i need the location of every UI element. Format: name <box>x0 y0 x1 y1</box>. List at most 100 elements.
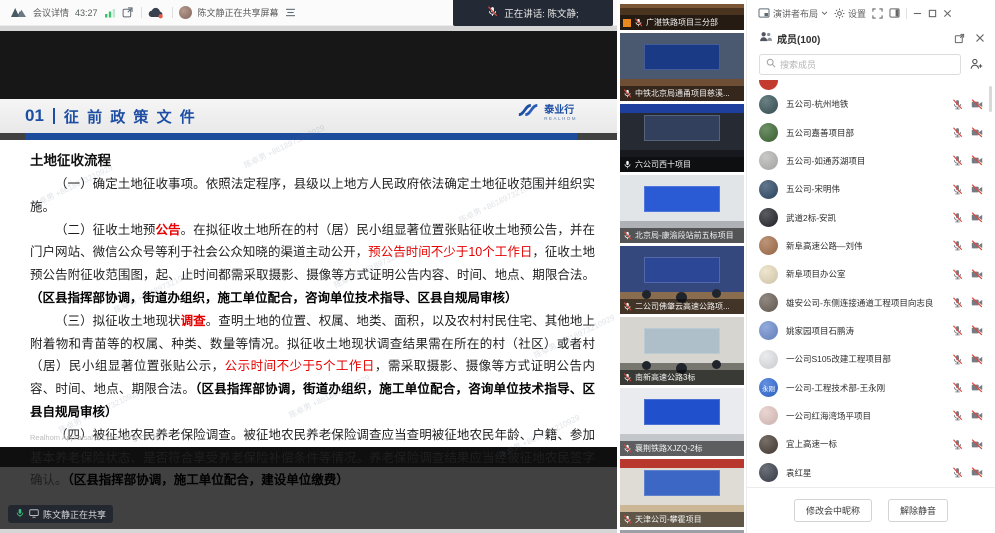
add-member-button[interactable] <box>970 58 983 70</box>
camera-off-icon[interactable] <box>971 127 983 138</box>
thumbnail-label: 襄荆铁路XJZQ-2标 <box>620 441 744 456</box>
members-panel: 演讲者布局 设置 成员(100) 搜索成员 <box>746 0 995 533</box>
sharing-status-text: 陈文静正在共享屏幕 <box>198 6 279 19</box>
unmute-button[interactable]: 解除静音 <box>888 499 948 522</box>
member-row[interactable]: 新阜高速公路—刘伟 <box>747 232 995 260</box>
video-thumbnail[interactable]: 广湛铁路项目三分部 <box>620 4 744 30</box>
slide-paragraph: （二）征收土地预公告。在拟征收土地所在的村（居）民小组显著位置张贴征收土地预公告… <box>30 219 595 310</box>
divider <box>172 7 173 18</box>
member-row[interactable]: 新阜项目办公室 <box>747 260 995 288</box>
settings-button[interactable]: 设置 <box>834 7 866 20</box>
rename-button[interactable]: 修改会中昵称 <box>794 499 872 522</box>
cloud-recording-icon[interactable] <box>148 7 164 19</box>
video-thumbnail[interactable]: 南新高速公路3标 <box>620 317 744 385</box>
thumbnail-label: 二公司佛肇云高速公路项... <box>620 299 744 314</box>
search-input[interactable]: 搜索成员 <box>759 54 961 75</box>
slide-top-band <box>0 31 617 99</box>
member-row[interactable]: 姚家园项目石鹏涛 <box>747 317 995 345</box>
thumbnail-name: 北京局-康渝段站前五标项目 <box>635 230 734 241</box>
company-logo: 泰业行REALHOM <box>517 102 577 123</box>
member-row[interactable]: 袁红星 <box>747 458 995 486</box>
muted-mic-icon <box>487 6 498 20</box>
gear-icon <box>834 8 845 19</box>
sharing-badge: 陈文静正在共享 <box>8 505 113 523</box>
now-speaking-banner: 正在讲话: 陈文静; <box>453 0 613 26</box>
member-avatar <box>759 265 778 284</box>
window-controls-bar: 演讲者布局 设置 <box>747 0 995 26</box>
minimize-button[interactable] <box>913 9 922 18</box>
member-row[interactable]: 五公司-杭州地铁 <box>747 90 995 118</box>
screen-share-icon <box>29 509 39 520</box>
thumbnail-label: 南新高速公路3标 <box>620 370 744 385</box>
mic-off-icon[interactable] <box>952 212 963 223</box>
members-panel-header: 成员(100) <box>759 28 985 48</box>
camera-off-icon[interactable] <box>971 297 983 308</box>
camera-off-icon[interactable] <box>971 212 983 223</box>
mic-off-icon[interactable] <box>952 467 963 478</box>
member-row[interactable]: 五公司-宋明伟 <box>747 175 995 203</box>
camera-off-icon[interactable] <box>971 467 983 478</box>
slide-footer-text: Realhom Appraisal & Consulting Co.,ltd. <box>30 434 163 442</box>
member-name: 一公司S105改建工程项目部 <box>786 353 944 365</box>
search-icon <box>766 55 776 73</box>
video-thumbnail[interactable]: 六公司西十项目 <box>620 104 744 172</box>
layout-switcher-button[interactable]: 演讲者布局 <box>758 7 828 20</box>
logo-name: 泰业行 <box>544 105 577 116</box>
member-avatar <box>759 180 778 199</box>
camera-off-icon[interactable] <box>971 354 983 365</box>
close-window-button[interactable] <box>943 9 952 18</box>
camera-off-icon[interactable] <box>971 269 983 280</box>
member-name: 武道2标-安凯 <box>786 212 944 224</box>
scrollbar[interactable] <box>989 86 992 112</box>
member-row[interactable]: 一公司红海湾场平项目 <box>747 402 995 430</box>
mic-off-icon[interactable] <box>952 240 963 251</box>
maximize-button[interactable] <box>928 9 937 18</box>
mic-off-icon[interactable] <box>952 99 963 110</box>
thumbnail-name: 天津公司-攀霍项目 <box>635 514 702 525</box>
close-panel-icon[interactable] <box>975 33 985 43</box>
video-thumbnail[interactable]: 二公司佛肇云高速公路项... <box>620 246 744 314</box>
list-icon[interactable] <box>285 8 296 17</box>
member-name: 一公司-工程技术部-王永刚 <box>786 382 944 394</box>
camera-off-icon[interactable] <box>971 155 983 166</box>
mic-off-icon[interactable] <box>952 382 963 393</box>
video-thumbnail[interactable]: 北京局-康渝段站前五标项目 <box>620 175 744 243</box>
member-row[interactable]: 武道2标-安凯 <box>747 203 995 231</box>
video-thumbnail[interactable]: 襄荆铁路XJZQ-2标 <box>620 388 744 456</box>
thumbnail-name: 二公司佛肇云高速公路项... <box>635 301 730 312</box>
muted-mic-icon <box>623 373 632 382</box>
member-row[interactable]: 雄安公司-东侧连接通道工程项目向志良 <box>747 288 995 316</box>
meeting-details-button[interactable]: 会议详情 <box>33 6 69 19</box>
camera-off-icon[interactable] <box>971 439 983 450</box>
camera-off-icon[interactable] <box>971 184 983 195</box>
fullscreen-icon[interactable] <box>872 8 883 19</box>
camera-off-icon[interactable] <box>971 382 983 393</box>
side-panel-icon[interactable] <box>889 8 900 18</box>
mic-off-icon[interactable] <box>952 325 963 336</box>
mic-off-icon[interactable] <box>952 155 963 166</box>
mic-off-icon[interactable] <box>952 439 963 450</box>
mic-off-icon[interactable] <box>952 184 963 195</box>
member-row[interactable]: 永刚一公司-工程技术部-王永刚 <box>747 373 995 401</box>
camera-off-icon[interactable] <box>971 325 983 336</box>
member-avatar <box>759 350 778 369</box>
mic-off-icon[interactable] <box>952 127 963 138</box>
mic-off-icon[interactable] <box>952 410 963 421</box>
open-external-icon[interactable] <box>122 7 133 18</box>
mic-off-icon[interactable] <box>952 297 963 308</box>
popout-panel-icon[interactable] <box>954 33 965 44</box>
mic-off-icon[interactable] <box>952 354 963 365</box>
camera-off-icon[interactable] <box>971 99 983 110</box>
member-row[interactable]: 一公司S105改建工程项目部 <box>747 345 995 373</box>
mic-off-icon[interactable] <box>952 269 963 280</box>
camera-off-icon[interactable] <box>971 410 983 421</box>
member-row[interactable]: 五公司嘉善项目部 <box>747 118 995 146</box>
slide-paragraph: （一）确定土地征收事项。依照法定程序，县级以上地方人民政府依法确定土地征收范围并… <box>30 173 595 219</box>
member-row[interactable]: 宜上高速一标 <box>747 430 995 458</box>
video-thumbnail[interactable]: 中铁北京局通甬项目慈溪... <box>620 33 744 101</box>
member-row[interactable]: 五公司-如通苏湖项目 <box>747 147 995 175</box>
video-thumbnail[interactable]: 天津公司-攀霍项目 <box>620 459 744 527</box>
camera-off-icon[interactable] <box>971 240 983 251</box>
mic-on-icon <box>15 508 25 520</box>
speaking-label: 正在讲话: 陈文静; <box>504 6 578 20</box>
